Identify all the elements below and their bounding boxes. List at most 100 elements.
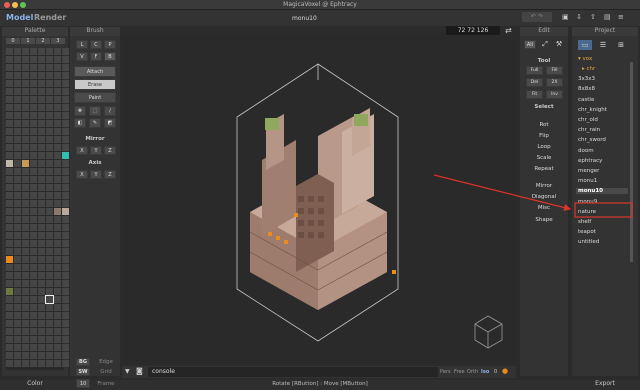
project-item-selected[interactable]: monu10 [576, 188, 628, 195]
tool-fit[interactable]: Fit [526, 90, 543, 99]
palette-swatch[interactable] [14, 216, 21, 223]
palette-swatch[interactable] [6, 80, 13, 87]
axis-x[interactable]: X [76, 170, 88, 179]
palette-swatch[interactable] [6, 248, 13, 255]
palette-swatch[interactable] [14, 280, 21, 287]
mirror-y[interactable]: Y [90, 146, 102, 155]
palette-swatch[interactable] [54, 344, 61, 351]
brush-type-v[interactable]: V [76, 52, 88, 61]
palette-swatch[interactable] [46, 160, 53, 167]
project-item[interactable]: monu1 [578, 178, 597, 184]
palette-swatch[interactable] [62, 320, 69, 327]
palette-swatch[interactable] [30, 344, 37, 351]
project-item[interactable]: chr_old [578, 117, 598, 123]
view-free[interactable]: Free [454, 369, 465, 375]
export-icon[interactable]: ⇧ [590, 13, 596, 21]
palette-swatch[interactable] [22, 128, 29, 135]
palette-swatch[interactable] [54, 200, 61, 207]
palette-swatch[interactable] [46, 184, 53, 191]
palette-swatch[interactable] [46, 344, 53, 351]
palette-swatch[interactable] [30, 152, 37, 159]
palette-swatch[interactable] [62, 216, 69, 223]
palette-swatch[interactable] [38, 320, 45, 327]
palette-swatch[interactable] [6, 192, 13, 199]
palette-swatch[interactable] [46, 88, 53, 95]
palette-swatch[interactable] [62, 264, 69, 271]
palette-swatch[interactable] [54, 152, 61, 159]
palette-swatch[interactable] [46, 152, 53, 159]
orientation-cube[interactable] [474, 315, 503, 349]
view-iso[interactable]: Iso [481, 369, 489, 375]
brush-type-f[interactable]: F [90, 52, 102, 61]
flip-button[interactable]: Flip [520, 133, 568, 139]
palette-swatch[interactable] [22, 320, 29, 327]
light-icon[interactable]: ● [502, 367, 508, 375]
palette-swatch[interactable] [54, 120, 61, 127]
palette-swatch[interactable] [38, 280, 45, 287]
palette-swatch[interactable] [46, 264, 53, 271]
palette-swatch[interactable] [14, 288, 21, 295]
palette-swatch[interactable] [30, 288, 37, 295]
project-item[interactable]: nature [578, 209, 596, 215]
palette-swatch[interactable] [14, 328, 21, 335]
palette-swatch[interactable] [6, 320, 13, 327]
palette-swatch[interactable] [54, 192, 61, 199]
palette-swatch[interactable] [38, 112, 45, 119]
palette-swatch[interactable] [6, 160, 13, 167]
palette-swatch[interactable] [54, 328, 61, 335]
palette-swatch[interactable] [30, 168, 37, 175]
brush-type-b[interactable]: B [104, 52, 116, 61]
select-icon[interactable]: ⬚ [89, 106, 101, 116]
palette-swatch[interactable] [22, 136, 29, 143]
rot-button[interactable]: Rot [520, 122, 568, 128]
palette-swatch[interactable] [30, 280, 37, 287]
palette-swatch[interactable] [6, 304, 13, 311]
palette-swatch[interactable] [6, 104, 13, 111]
palette-swatch[interactable] [30, 128, 37, 135]
palette-swatch[interactable] [46, 192, 53, 199]
project-item[interactable]: chr_knight [578, 107, 607, 113]
palette-swatch[interactable] [14, 304, 21, 311]
palette-swatch[interactable] [22, 64, 29, 71]
palette-swatch[interactable] [30, 192, 37, 199]
palette-swatch[interactable] [14, 208, 21, 215]
palette-swatch[interactable] [6, 48, 13, 55]
palette-swatch[interactable] [54, 248, 61, 255]
palette-swatch[interactable] [22, 160, 29, 167]
palette-swatch[interactable] [14, 312, 21, 319]
palette-swatch[interactable] [46, 80, 53, 87]
palette-swatch[interactable] [6, 280, 13, 287]
palette-swatch[interactable] [62, 224, 69, 231]
palette-swatch[interactable] [38, 304, 45, 311]
palette-swatch[interactable] [46, 128, 53, 135]
image-icon[interactable]: ▤ [604, 13, 611, 21]
palette-swatch[interactable] [38, 328, 45, 335]
palette-swatch[interactable] [62, 176, 69, 183]
sw-button[interactable]: SW [76, 368, 90, 376]
project-item[interactable]: chr_sword [578, 137, 606, 143]
palette-swatch[interactable] [38, 240, 45, 247]
palette-swatch[interactable] [6, 96, 13, 103]
palette-swatch[interactable] [6, 240, 13, 247]
palette-swatch[interactable] [22, 264, 29, 271]
palette-swatch[interactable] [54, 64, 61, 71]
line-icon[interactable]: ◩ [104, 118, 116, 128]
palette-swatch[interactable] [6, 360, 13, 367]
palette-swatch[interactable] [30, 336, 37, 343]
project-item[interactable]: monu9 [578, 199, 597, 205]
palette-swatch[interactable] [62, 152, 69, 159]
list-icon[interactable]: ☰ [596, 40, 610, 50]
palette-swatch[interactable] [62, 168, 69, 175]
palette-swatch[interactable] [54, 208, 61, 215]
folder-icon[interactable]: ▭ [578, 40, 592, 50]
view-number[interactable]: 0 [494, 369, 497, 375]
palette-swatch[interactable] [45, 295, 54, 304]
palette-swatch[interactable] [46, 208, 53, 215]
project-item[interactable]: menger [578, 168, 599, 174]
export-button[interactable]: Export [572, 380, 638, 387]
palette-swatch[interactable] [30, 360, 37, 367]
palette-swatch[interactable] [22, 280, 29, 287]
palette-swatch[interactable] [46, 144, 53, 151]
palette-swatch[interactable] [62, 64, 69, 71]
palette-swatch[interactable] [14, 56, 21, 63]
